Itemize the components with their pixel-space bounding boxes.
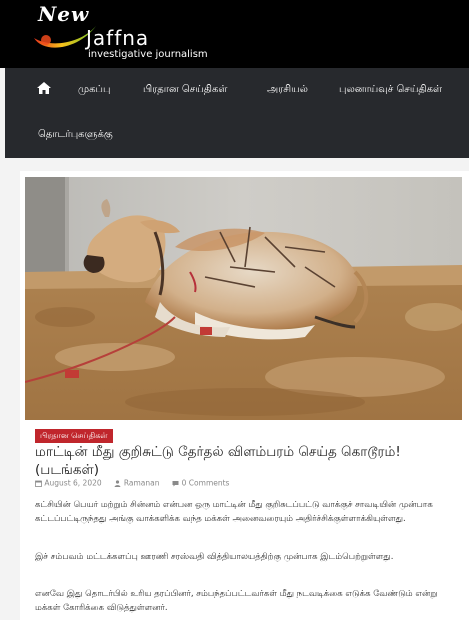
article-photo[interactable] [25,177,462,420]
article-meta: August 6, 2020 Ramanan 0 Comments [35,478,229,488]
logo-tagline: investigative journalism [88,49,208,60]
main-navigation: முகப்பு பிரதான செய்திகள் அரசியல் புலனாய்… [5,68,469,158]
logo-name[interactable]: Jaffna [86,26,149,50]
article-date[interactable]: August 6, 2020 [44,479,101,488]
article-paragraph: எனவே இது தொடர்பில் உரிய தரப்பினர், சம்பந… [35,589,438,613]
article-comments[interactable]: 0 Comments [182,479,230,488]
home-icon[interactable] [37,82,51,94]
calendar-icon [35,480,42,487]
user-icon [115,479,121,487]
article-paragraph: கட்சியின் பெயர் மற்றும் சின்னம் என்பன ஒர… [35,500,433,524]
article-title: மாட்டின் மீது குறிசுட்டு தேர்தல் விளம்பர… [35,444,401,478]
site-header: New Jaffna investigative journalism [0,0,469,68]
nav-item-investigative-news[interactable]: புலனாய்வுச் செய்திகள் [339,84,442,96]
article-author[interactable]: Ramanan [124,479,160,488]
nav-item-main-news[interactable]: பிரதான செய்திகள் [143,84,227,96]
comment-icon [172,480,179,486]
nav-item-contact[interactable]: தொடர்புகளுக்கு [38,129,113,141]
nav-item-politics[interactable]: அரசியல் [267,84,308,96]
article-card: பிரதான செய்திகள் மாட்டின் மீது குறிசுட்ட… [20,171,469,620]
category-badge[interactable]: பிரதான செய்திகள் [35,429,113,443]
nav-item-home[interactable]: முகப்பு [78,84,110,96]
article-paragraph: இச் சம்பவம் மட்டக்களப்பு ஊரணி சரஸ்வதி வி… [35,552,394,562]
